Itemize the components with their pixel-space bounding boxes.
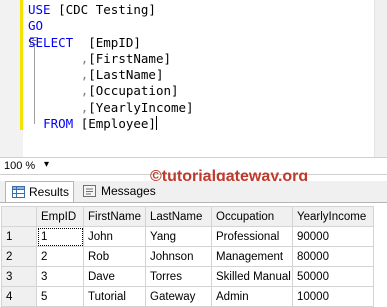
table-cell[interactable]: 1 xyxy=(36,226,84,247)
code-line: ,[Occupation] xyxy=(28,83,179,98)
code-line: SELECT [EmpID] xyxy=(28,35,141,50)
grid-icon xyxy=(12,186,25,198)
code-text: [Employee] xyxy=(73,116,156,132)
sql-keyword: GO xyxy=(28,18,44,34)
change-marker xyxy=(20,0,23,130)
table-cell[interactable]: 50000 xyxy=(292,266,374,287)
zoom-level[interactable]: 100 % xyxy=(4,160,35,172)
code-line: ,[LastName] xyxy=(28,67,164,83)
table-row: 4 5 Tutorial Gateway Admin 10000 xyxy=(1,286,374,307)
sql-keyword: USE xyxy=(28,2,51,17)
code-line: GO xyxy=(28,18,43,33)
tab-messages-label: Messages xyxy=(101,184,156,198)
column-header[interactable]: LastName xyxy=(145,206,212,227)
code-line: ,[YearlyIncome] xyxy=(28,100,194,115)
row-number[interactable]: 4 xyxy=(1,286,37,307)
table-cell[interactable]: Johnson xyxy=(145,246,212,267)
message-icon xyxy=(83,185,96,197)
table-cell[interactable]: Rob xyxy=(83,246,146,267)
table-row: 1 1 John Yang Professional 90000 xyxy=(1,226,374,247)
vertical-scrollbar[interactable] xyxy=(374,0,387,157)
table-cell[interactable]: Gateway xyxy=(145,286,212,307)
row-number[interactable]: 2 xyxy=(1,246,37,267)
table-cell[interactable]: 10000 xyxy=(292,286,374,307)
code-text: [LastName] xyxy=(88,67,164,83)
results-grid[interactable]: EmpID FirstName LastName Occupation Year… xyxy=(0,202,387,307)
table-cell[interactable]: Professional xyxy=(211,226,293,247)
table-cell[interactable]: 90000 xyxy=(292,226,374,247)
table-cell[interactable]: Admin xyxy=(211,286,293,307)
table-cell[interactable]: 5 xyxy=(36,286,84,307)
table-cell[interactable]: Torres xyxy=(145,266,212,287)
table-row: 2 2 Rob Johnson Management 80000 xyxy=(1,246,374,267)
row-number-header[interactable] xyxy=(1,206,37,227)
code-line: USE [CDC Testing] xyxy=(28,2,156,17)
table-cell[interactable]: Skilled Manual xyxy=(211,266,293,287)
code-line: ,[FirstName] xyxy=(28,51,171,66)
code-text: [YearlyIncome] xyxy=(88,99,194,115)
table-cell[interactable]: Dave xyxy=(83,266,146,287)
column-header[interactable]: Occupation xyxy=(211,206,293,227)
chevron-down-icon[interactable]: ▾ xyxy=(44,159,49,170)
tab-results-label: Results xyxy=(29,185,70,199)
results-tabstrip: Results Messages xyxy=(0,181,387,202)
tab-results[interactable]: Results xyxy=(5,181,74,202)
table-cell[interactable]: 80000 xyxy=(292,246,374,267)
code-line: FROM [Employee] xyxy=(28,116,157,131)
code-text: [FirstName] xyxy=(88,50,172,66)
table-cell[interactable]: 3 xyxy=(36,266,84,287)
results-table: EmpID FirstName LastName Occupation Year… xyxy=(1,206,374,307)
column-header[interactable]: FirstName xyxy=(83,206,146,227)
column-header[interactable]: EmpID xyxy=(36,206,84,227)
table-cell[interactable]: 2 xyxy=(36,246,84,267)
code-text: [EmpID] xyxy=(73,34,141,50)
table-cell[interactable]: Management xyxy=(211,246,293,267)
text-cursor xyxy=(155,116,157,131)
query-editor[interactable]: − USE [CDC Testing] GO SELECT [EmpID] ,[… xyxy=(0,0,387,157)
sql-keyword: SELECT xyxy=(28,34,74,50)
code-text: [CDC Testing] xyxy=(50,2,156,17)
sql-keyword: FROM xyxy=(43,116,74,132)
row-number[interactable]: 3 xyxy=(1,266,37,287)
table-cell[interactable]: Tutorial xyxy=(83,286,146,307)
row-number[interactable]: 1 xyxy=(1,226,37,247)
header-row: EmpID FirstName LastName Occupation Year… xyxy=(1,206,374,227)
table-cell[interactable]: Yang xyxy=(145,226,212,247)
sql-code[interactable]: USE [CDC Testing] GO SELECT [EmpID] ,[Fi… xyxy=(28,2,194,132)
table-row: 3 3 Dave Torres Skilled Manual 50000 xyxy=(1,266,374,287)
table-cell[interactable]: John xyxy=(83,226,146,247)
code-text: [Occupation] xyxy=(88,83,179,99)
column-header[interactable]: YearlyIncome xyxy=(292,206,374,227)
tab-messages[interactable]: Messages xyxy=(76,181,156,202)
